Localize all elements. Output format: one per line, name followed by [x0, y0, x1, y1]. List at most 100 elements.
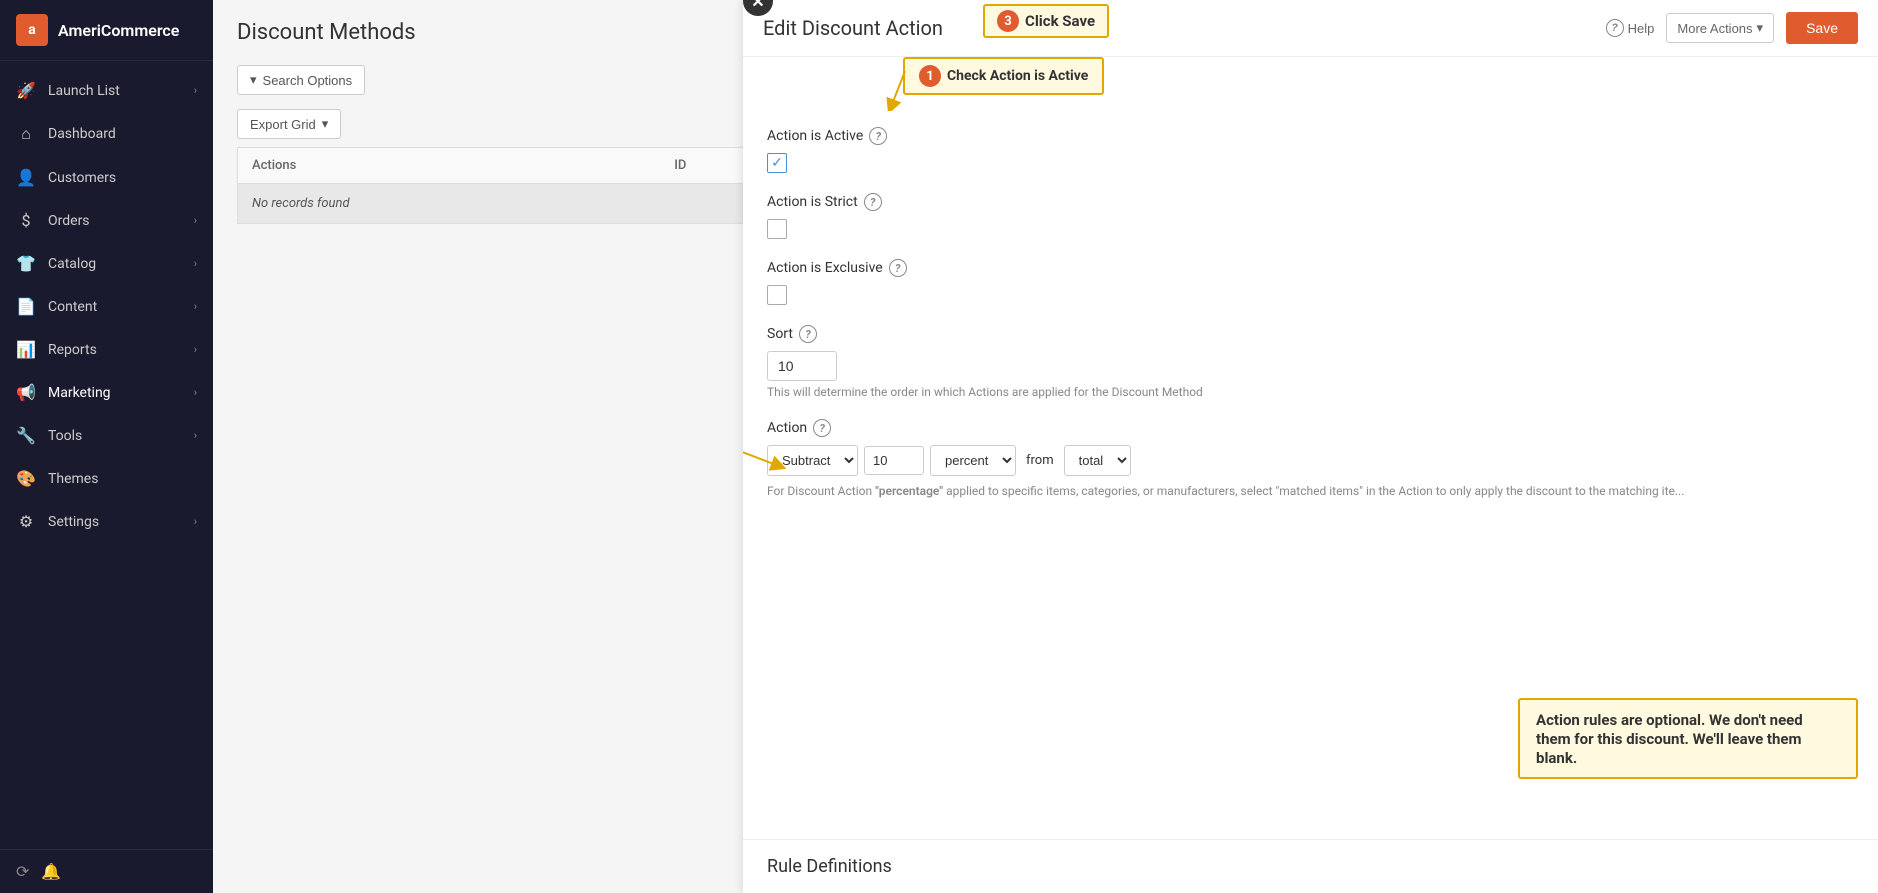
dashboard-icon: ⌂	[16, 124, 36, 144]
sort-row: Sort ? This will determine the order in …	[767, 325, 1854, 399]
sidebar-item-customers[interactable]: 👤 Customers	[0, 156, 213, 199]
action-help-icon[interactable]: ?	[813, 419, 831, 437]
bell-icon[interactable]: 🔔	[41, 862, 61, 881]
launch-list-icon: 🚀	[16, 81, 36, 100]
sidebar-item-tools[interactable]: 🔧 Tools ›	[0, 414, 213, 457]
chevron-icon: ›	[194, 300, 197, 313]
sort-helper-text: This will determine the order in which A…	[767, 385, 1854, 399]
sidebar-label-launch-list: Launch List	[48, 83, 120, 99]
sidebar-item-themes[interactable]: 🎨 Themes	[0, 457, 213, 500]
sidebar-item-launch-list[interactable]: 🚀 Launch List ›	[0, 69, 213, 112]
action-is-strict-checkbox[interactable]	[767, 219, 787, 239]
action-target-select[interactable]: total	[1064, 445, 1131, 476]
step1-badge: 1	[919, 65, 941, 87]
spinner-icon[interactable]: ⟳	[16, 862, 29, 881]
catalog-icon: 👕	[16, 254, 36, 273]
action-is-exclusive-label: Action is Exclusive ?	[767, 259, 1854, 277]
edit-discount-action-panel: Edit Discount Action 3 Click Save ? Help…	[743, 0, 1878, 893]
action-amount-input[interactable]	[864, 446, 924, 475]
save-button[interactable]: Save	[1786, 12, 1858, 44]
sidebar-item-reports[interactable]: 📊 Reports ›	[0, 328, 213, 371]
sidebar: a AmeriCommerce 🚀 Launch List › ⌂ Dashbo…	[0, 0, 213, 893]
tools-icon: 🔧	[16, 426, 36, 445]
sort-text: Sort	[767, 326, 793, 342]
logo-icon: a	[16, 14, 48, 46]
edit-panel-actions: ? Help More Actions ▾ Save	[1606, 12, 1858, 44]
sidebar-item-catalog[interactable]: 👕 Catalog ›	[0, 242, 213, 285]
export-chevron: ▾	[322, 116, 329, 132]
rule-definitions-title: Rule Definitions	[767, 856, 892, 877]
sidebar-label-orders: Orders	[48, 213, 90, 229]
sidebar-item-dashboard[interactable]: ⌂ Dashboard	[0, 112, 213, 156]
action-is-exclusive-checkbox[interactable]	[767, 285, 787, 305]
optional-callout: Action rules are optional. We don't need…	[1518, 698, 1858, 779]
action-is-exclusive-help-icon[interactable]: ?	[889, 259, 907, 277]
settings-icon: ⚙	[16, 512, 36, 531]
action-is-active-checkbox[interactable]	[767, 153, 787, 173]
chevron-icon: ›	[194, 257, 197, 270]
export-label: Export Grid	[250, 117, 316, 132]
sidebar-item-settings[interactable]: ⚙ Settings ›	[0, 500, 213, 543]
sidebar-label-reports: Reports	[48, 342, 97, 358]
help-label: Help	[1628, 21, 1655, 36]
sidebar-item-marketing[interactable]: 📢 Marketing ›	[0, 371, 213, 414]
col-actions: Actions	[238, 148, 661, 184]
sort-label: Sort ?	[767, 325, 1854, 343]
action-hint: For Discount Action "percentage" applied…	[767, 482, 1854, 500]
more-actions-chevron: ▾	[1757, 20, 1764, 36]
main-area: Discount Methods ▾ Search Options Export…	[213, 0, 1878, 893]
action-unit-select[interactable]: percent	[930, 445, 1016, 476]
sidebar-label-customers: Customers	[48, 170, 116, 186]
step1-text: Check Action is Active	[947, 68, 1088, 84]
search-options-chevron: ▾	[250, 72, 257, 88]
sidebar-label-marketing: Marketing	[48, 385, 111, 401]
search-options-label: Search Options	[263, 73, 353, 88]
chevron-icon: ›	[194, 386, 197, 399]
action-type-select[interactable]: Subtract	[767, 445, 858, 476]
action-is-active-label: Action is Active ?	[767, 127, 1854, 145]
help-button[interactable]: ? Help	[1606, 19, 1655, 37]
edit-panel-header: Edit Discount Action 3 Click Save ? Help…	[743, 0, 1878, 57]
sidebar-label-catalog: Catalog	[48, 256, 96, 272]
help-circle-icon: ?	[1606, 19, 1624, 37]
sidebar-item-content[interactable]: 📄 Content ›	[0, 285, 213, 328]
action-is-strict-help-icon[interactable]: ?	[864, 193, 882, 211]
chevron-icon: ›	[194, 429, 197, 442]
action-is-active-row: Action is Active ?	[767, 127, 1854, 173]
sidebar-item-orders[interactable]: $ Orders ›	[0, 199, 213, 242]
edit-panel-body: 1 Check Action is Active Action is Activ…	[743, 57, 1878, 839]
chevron-icon: ›	[194, 214, 197, 227]
action-label: Action ?	[767, 419, 1854, 437]
action-is-exclusive-row: Action is Exclusive ?	[767, 259, 1854, 305]
optional-text: Action rules are optional. We don't need…	[1536, 711, 1803, 767]
from-label: from	[1022, 453, 1058, 468]
sort-input[interactable]	[767, 351, 837, 381]
reports-icon: 📊	[16, 340, 36, 359]
action-is-active-text: Action is Active	[767, 128, 863, 144]
content-icon: 📄	[16, 297, 36, 316]
orders-icon: $	[16, 211, 36, 230]
sidebar-bottom: ⟳ 🔔	[0, 849, 213, 893]
chevron-icon: ›	[194, 515, 197, 528]
action-is-strict-text: Action is Strict	[767, 194, 858, 210]
search-options-button[interactable]: ▾ Search Options	[237, 65, 365, 95]
themes-icon: 🎨	[16, 469, 36, 488]
click-save-text: Click Save	[1025, 12, 1095, 30]
action-text: Action	[767, 420, 807, 436]
action-is-strict-label: Action is Strict ?	[767, 193, 1854, 211]
sidebar-label-settings: Settings	[48, 514, 99, 530]
rule-definitions-section: Rule Definitions	[743, 839, 1878, 893]
sidebar-label-tools: Tools	[48, 428, 82, 444]
export-grid-button[interactable]: Export Grid ▾	[237, 109, 341, 139]
action-is-active-help-icon[interactable]: ?	[869, 127, 887, 145]
click-save-callout: 3 Click Save	[983, 4, 1109, 38]
sidebar-label-themes: Themes	[48, 471, 98, 487]
step1-callout: 1 Check Action is Active	[903, 57, 1104, 95]
more-actions-label: More Actions	[1677, 21, 1752, 36]
marketing-icon: 📢	[16, 383, 36, 402]
more-actions-button[interactable]: More Actions ▾	[1666, 13, 1774, 43]
sort-help-icon[interactable]: ?	[799, 325, 817, 343]
action-controls: Subtract percent from total	[767, 445, 1854, 476]
sidebar-label-content: Content	[48, 299, 97, 315]
sidebar-nav: 🚀 Launch List › ⌂ Dashboard 👤 Customers …	[0, 61, 213, 849]
